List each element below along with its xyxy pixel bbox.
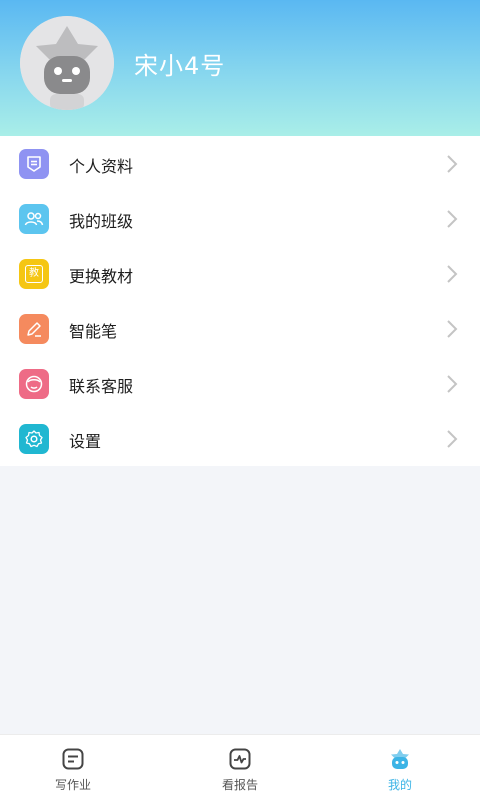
- menu-item-label: 个人资料: [69, 157, 134, 176]
- menu-item-label: 设置: [69, 432, 102, 451]
- menu-item-profile[interactable]: 个人资料: [0, 136, 480, 191]
- textbook-icon: 教: [19, 259, 49, 289]
- menu-item-customer-service[interactable]: 联系客服: [0, 356, 480, 411]
- tab-report[interactable]: 看报告: [180, 735, 300, 801]
- chevron-right-icon: [447, 210, 458, 228]
- chevron-right-icon: [447, 155, 458, 173]
- profile-header: 宋小4号: [0, 0, 480, 136]
- report-icon: [229, 748, 251, 770]
- tab-label: 写作业: [54, 778, 91, 792]
- menu-item-change-textbook[interactable]: 教 更换教材: [0, 246, 480, 301]
- customer-service-icon: [19, 369, 49, 399]
- tab-homework[interactable]: 写作业: [13, 735, 133, 801]
- menu-item-my-class[interactable]: 我的班级: [0, 191, 480, 246]
- robot-star-avatar-icon: [20, 16, 114, 110]
- chevron-right-icon: [447, 320, 458, 338]
- smart-pen-icon: [19, 314, 49, 344]
- menu-item-label: 智能笔: [69, 322, 118, 341]
- chevron-right-icon: [447, 265, 458, 283]
- menu-item-settings[interactable]: 设置: [0, 411, 480, 466]
- profile-card-icon: [19, 149, 49, 179]
- tab-label: 看报告: [221, 778, 258, 792]
- settings-menu: 个人资料 我的班级 教 更换教材 智能笔 联系客服 设置: [0, 136, 480, 466]
- menu-item-smart-pen[interactable]: 智能笔: [0, 301, 480, 356]
- menu-item-label: 联系客服: [69, 377, 134, 396]
- mine-icon: [391, 749, 409, 769]
- chevron-right-icon: [447, 430, 458, 448]
- chevron-right-icon: [447, 375, 458, 393]
- textbook-icon-char: 教: [25, 265, 43, 283]
- menu-item-label: 更换教材: [69, 267, 134, 286]
- settings-gear-icon: [19, 424, 49, 454]
- tab-mine[interactable]: 我的: [340, 735, 460, 801]
- avatar[interactable]: [20, 16, 114, 110]
- bottom-tab-bar: 写作业 看报告 我的: [0, 734, 480, 801]
- homework-icon: [62, 748, 84, 770]
- username: 宋小4号: [134, 52, 226, 80]
- menu-item-label: 我的班级: [69, 212, 134, 231]
- class-group-icon: [19, 204, 49, 234]
- tab-label: 我的: [387, 778, 412, 792]
